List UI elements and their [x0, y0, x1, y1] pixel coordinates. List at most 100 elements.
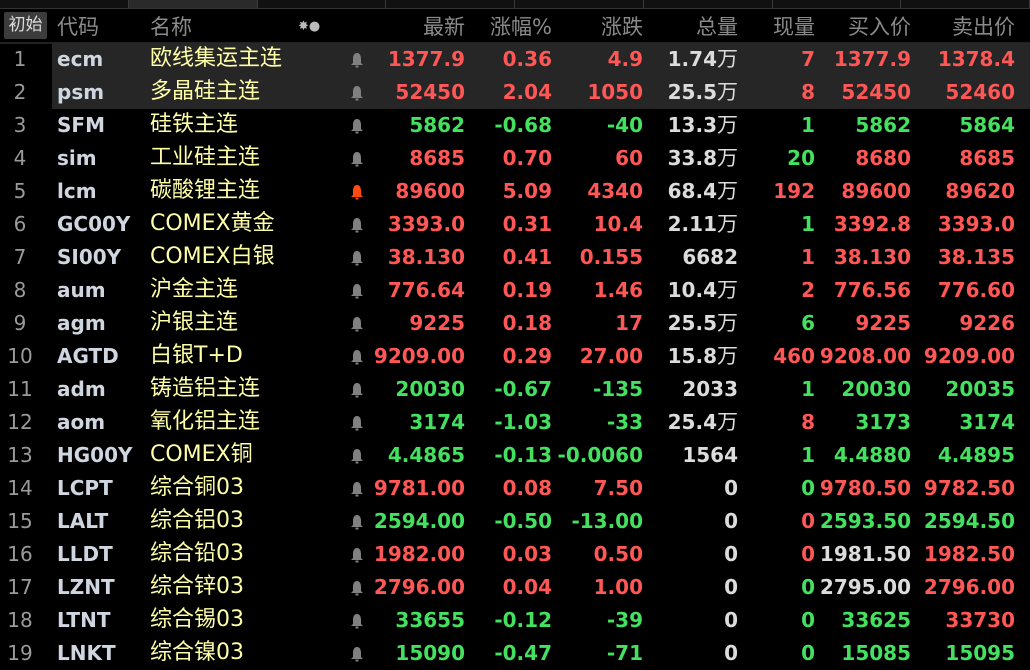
table-row[interactable]: 15 LALT 综合铝03 2594.00 -0.50 -13.00 0 2593.50 259…: [0, 505, 1030, 538]
bid-price: 3392.8: [833, 212, 911, 236]
change-percent: -0.12: [494, 608, 552, 632]
table-row[interactable]: 12 aom 氧化铝主连 3174 -1.03 -33 8 3173 3174 25.4万: [0, 406, 1030, 439]
top-tab[interactable]: [128, 0, 258, 8]
price-alert-bell-icon[interactable]: [350, 283, 364, 299]
change-percent: -0.47: [494, 641, 552, 665]
current-volume: 8: [801, 410, 815, 434]
price-alert-bell-icon[interactable]: [350, 415, 364, 431]
total-volume-value: 33.8: [667, 146, 717, 170]
top-tab[interactable]: [0, 0, 129, 8]
last-price: 776.64: [387, 278, 465, 302]
table-row[interactable]: 17 LZNT 综合锌03 2796.00 0.04 1.00 0 2795.00 2796.0…: [0, 571, 1030, 604]
column-header-current-volume[interactable]: 现量: [773, 11, 815, 41]
price-alert-bell-icon[interactable]: [350, 217, 364, 233]
top-tab[interactable]: [386, 0, 515, 8]
price-alert-bell-icon[interactable]: [350, 382, 364, 398]
table-row[interactable]: 6 GC00Y COMEX黄金 3393.0 0.31 10.4 1 3392.8 3393.0…: [0, 208, 1030, 241]
column-header-ask[interactable]: 卖出价: [952, 11, 1015, 41]
table-row[interactable]: 7 SI00Y COMEX白银 38.130 0.41 0.155 1 38.130 38.13…: [0, 241, 1030, 274]
price-alert-bell-icon[interactable]: [350, 448, 364, 464]
table-row[interactable]: 11 adm 铸造铝主连 20030 -0.67 -135 1 20030 20035 2033: [0, 373, 1030, 406]
table-row[interactable]: 3 SFM 硅铁主连 5862 -0.68 -40 1 5862 5864 13.3万: [0, 109, 1030, 142]
top-tab[interactable]: [773, 0, 902, 8]
change: -0.0060: [557, 443, 643, 467]
column-header-chg[interactable]: 涨跌: [601, 11, 643, 41]
total-volume: 0: [724, 541, 738, 567]
contract-code: agm: [57, 311, 106, 335]
change-percent: 0.41: [502, 245, 552, 269]
column-header-pct[interactable]: 涨幅%: [490, 11, 552, 41]
price-alert-bell-icon[interactable]: [350, 184, 364, 200]
top-tab[interactable]: [644, 0, 773, 8]
current-volume: 1: [801, 212, 815, 236]
table-row[interactable]: 5 lcm 碳酸锂主连 89600 5.09 4340 192 89600 89620 68.4万: [0, 175, 1030, 208]
price-alert-bell-icon[interactable]: [350, 52, 364, 68]
current-volume: 0: [801, 542, 815, 566]
row-index: 5: [13, 179, 27, 203]
column-header-bid[interactable]: 买入价: [848, 11, 911, 41]
price-alert-bell-icon[interactable]: [350, 151, 364, 167]
column-header-name[interactable]: 名称: [150, 11, 192, 41]
contract-name: 综合铝03: [150, 508, 244, 533]
price-alert-bell-icon[interactable]: [350, 118, 364, 134]
total-volume: 2.11万: [668, 211, 738, 237]
contract-name: COMEX白银: [150, 244, 275, 269]
column-header-last[interactable]: 最新: [423, 11, 465, 41]
contract-name: 综合锌03: [150, 574, 244, 599]
total-volume-value: 10.4: [667, 278, 717, 302]
ask-price: 1982.50: [923, 542, 1015, 566]
column-settings-icon[interactable]: ✸●: [298, 19, 320, 34]
top-tab[interactable]: [901, 0, 1030, 8]
column-header-volume[interactable]: 总量: [696, 11, 738, 41]
change-percent: -0.50: [494, 509, 552, 533]
table-row[interactable]: 14 LCPT 综合铜03 9781.00 0.08 7.50 0 9780.50 9782.5…: [0, 472, 1030, 505]
reset-initial-button[interactable]: 初始: [4, 12, 47, 39]
price-alert-bell-icon[interactable]: [350, 481, 364, 497]
row-index: 9: [13, 311, 27, 335]
total-volume-value: 0: [724, 641, 738, 665]
change: 1.46: [593, 278, 643, 302]
total-volume-value: 6682: [682, 245, 738, 269]
current-volume: 7: [801, 47, 815, 71]
price-alert-bell-icon[interactable]: [350, 580, 364, 596]
row-index: 17: [7, 575, 33, 599]
price-alert-bell-icon[interactable]: [350, 514, 364, 530]
ask-price: 20035: [945, 377, 1015, 401]
table-row[interactable]: 8 aum 沪金主连 776.64 0.19 1.46 2 776.56 776.60 10.4万: [0, 274, 1030, 307]
table-row[interactable]: 10 AGTD 白银T+D 9209.00 0.29 27.00 460 9208.00 920…: [0, 340, 1030, 373]
contract-code: GC00Y: [57, 212, 131, 236]
price-alert-bell-icon[interactable]: [350, 349, 364, 365]
contract-code: LLDT: [57, 542, 113, 566]
table-row[interactable]: 19 LNKT 综合镍03 15090 -0.47 -71 0 15085 15095 0: [0, 637, 1030, 670]
top-tab[interactable]: [258, 0, 387, 8]
price-alert-bell-icon[interactable]: [350, 250, 364, 266]
column-header-code[interactable]: 代码: [57, 11, 99, 41]
price-alert-bell-icon[interactable]: [350, 613, 364, 629]
contract-code: aum: [57, 278, 106, 302]
table-row[interactable]: 13 HG00Y COMEX铜 4.4865 -0.13 -0.0060 1 4.4880 4.…: [0, 439, 1030, 472]
table-row[interactable]: 18 LTNT 综合锡03 33655 -0.12 -39 0 33625 33730 0: [0, 604, 1030, 637]
contract-code: AGTD: [57, 344, 119, 368]
price-alert-bell-icon[interactable]: [350, 646, 364, 662]
contract-code: LZNT: [57, 575, 115, 599]
total-volume: 2033: [682, 376, 738, 402]
bid-price: 8680: [855, 146, 911, 170]
contract-name: 综合铅03: [150, 541, 244, 566]
price-alert-bell-icon[interactable]: [350, 85, 364, 101]
last-price: 1982.00: [373, 542, 465, 566]
table-row[interactable]: 2 psm 多晶硅主连 52450 2.04 1050 8 52450 52460 25.5万: [0, 76, 1030, 109]
total-volume: 25.5万: [668, 79, 738, 105]
total-volume-unit: 万: [717, 80, 738, 104]
top-tab[interactable]: [515, 0, 644, 8]
price-alert-bell-icon[interactable]: [350, 547, 364, 563]
table-row[interactable]: 9 agm 沪银主连 9225 0.18 17 6 9225 9226 25.5万: [0, 307, 1030, 340]
table-row[interactable]: 4 sim 工业硅主连 8685 0.70 60 20 8680 8685 33.8万: [0, 142, 1030, 175]
ask-price: 9226: [959, 311, 1015, 335]
price-alert-bell-icon[interactable]: [350, 316, 364, 332]
table-row[interactable]: 16 LLDT 综合铅03 1982.00 0.03 0.50 0 1981.50 1982.5…: [0, 538, 1030, 571]
table-row[interactable]: 1 ecm 欧线集运主连 1377.9 0.36 4.9 7 1377.9 1378.4 1.74…: [0, 43, 1030, 76]
bid-price: 52450: [841, 80, 911, 104]
total-volume-value: 0: [724, 509, 738, 533]
change: 1.00: [593, 575, 643, 599]
total-volume-value: 25.5: [667, 80, 717, 104]
